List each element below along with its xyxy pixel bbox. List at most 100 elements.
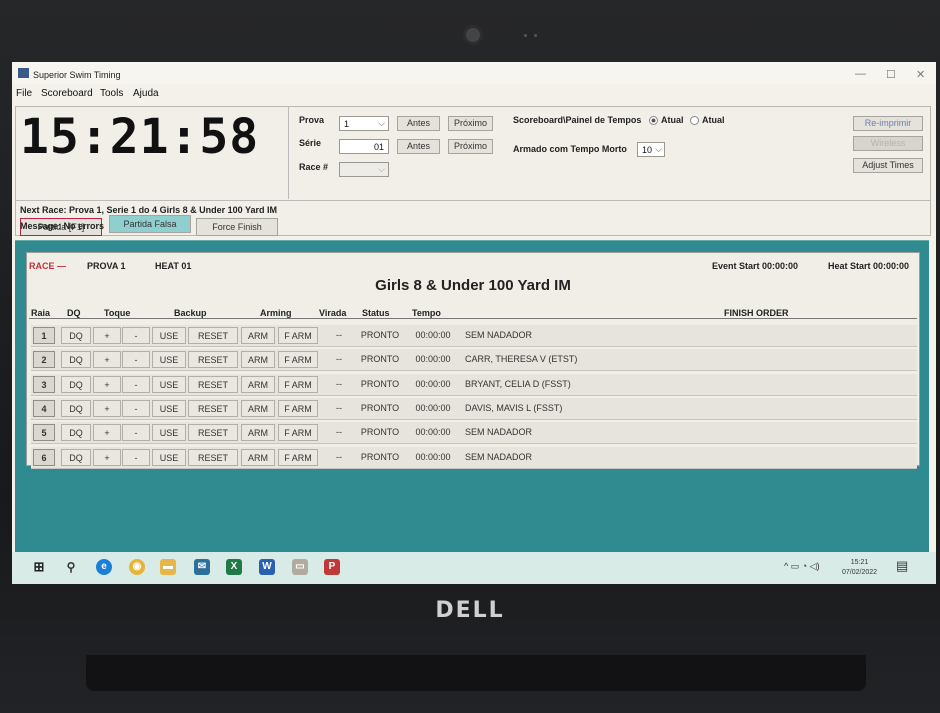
- wireless-button[interactable]: Wireless: [853, 136, 923, 151]
- status-value: PRONTO: [360, 427, 400, 438]
- arm-button[interactable]: ARM: [241, 375, 275, 393]
- reset-button[interactable]: RESET: [188, 351, 238, 369]
- use-button[interactable]: USE: [152, 375, 186, 393]
- arm-button[interactable]: ARM: [241, 448, 275, 466]
- menu-ajuda[interactable]: Ajuda: [133, 88, 159, 99]
- reset-button[interactable]: RESET: [188, 448, 238, 466]
- plus-button[interactable]: +: [93, 375, 121, 393]
- tempo-value: 00:00:00: [415, 402, 451, 413]
- farm-button[interactable]: F ARM: [278, 424, 318, 442]
- use-button[interactable]: USE: [152, 351, 186, 369]
- armado-label: Armado com Tempo Morto: [513, 144, 627, 154]
- arm-button[interactable]: ARM: [241, 399, 275, 417]
- farm-button[interactable]: F ARM: [278, 351, 318, 369]
- lane-row: 5 DQ + - USE RESET ARM F ARM -- PRONTO 00:00:00 SEM…: [31, 422, 917, 445]
- app-icon: [18, 68, 29, 78]
- plus-button[interactable]: +: [93, 327, 121, 344]
- dq-button[interactable]: DQ: [61, 448, 91, 466]
- minus-button[interactable]: -: [122, 375, 150, 393]
- edge-icon[interactable]: e: [96, 559, 112, 575]
- system-tray-icons[interactable]: ^ ▭ ◔ ◁): [784, 561, 820, 572]
- col-backup: Backup: [174, 308, 207, 318]
- reset-button[interactable]: RESET: [188, 424, 238, 442]
- serie-proximo-button[interactable]: Próximo: [448, 139, 493, 154]
- lane-row: 6 DQ + - USE RESET ARM F ARM -- PRONTO 00:00:00 SEM…: [31, 446, 917, 469]
- race-number-select[interactable]: ⌵: [339, 162, 389, 177]
- heat-header-value: 01: [181, 261, 192, 271]
- dq-button[interactable]: DQ: [61, 327, 91, 344]
- tempo-value: 00:00:00: [415, 427, 451, 438]
- mail-icon[interactable]: ✉: [194, 559, 210, 575]
- folder-icon[interactable]: ▬: [160, 559, 176, 575]
- armado-select[interactable]: 10 ⌵: [637, 142, 665, 157]
- arm-button[interactable]: ARM: [241, 424, 275, 442]
- arm-button[interactable]: ARM: [241, 327, 275, 344]
- swimmer-name: DAVIS, MAVIS L (FSST): [465, 402, 563, 413]
- minus-button[interactable]: -: [122, 351, 150, 369]
- plus-button[interactable]: +: [93, 448, 121, 466]
- col-raia: Raia: [31, 308, 51, 318]
- prova-header-value: 1: [120, 261, 126, 271]
- use-button[interactable]: USE: [152, 399, 186, 417]
- dq-button[interactable]: DQ: [61, 375, 91, 393]
- excel-icon[interactable]: X: [226, 559, 242, 575]
- race-label: RACE —: [29, 261, 67, 271]
- notification-icon[interactable]: ▤: [896, 558, 908, 574]
- dq-button[interactable]: DQ: [61, 399, 91, 417]
- reset-button[interactable]: RESET: [188, 375, 238, 393]
- prova-proximo-button[interactable]: Próximo: [448, 116, 493, 131]
- word-icon[interactable]: W: [259, 559, 275, 575]
- reimprimir-button[interactable]: Re-imprimir: [853, 116, 923, 131]
- radio-icon: [690, 116, 699, 126]
- dq-button[interactable]: DQ: [61, 424, 91, 442]
- serie-field[interactable]: 01: [339, 139, 389, 154]
- minus-button[interactable]: -: [122, 327, 150, 344]
- serie-antes-button[interactable]: Antes: [397, 139, 440, 154]
- farm-button[interactable]: F ARM: [278, 375, 318, 393]
- powerpoint-icon[interactable]: P: [324, 559, 340, 575]
- dq-button[interactable]: DQ: [61, 351, 91, 369]
- partida-falsa-button[interactable]: Partida Falsa: [109, 215, 191, 233]
- menu-tools[interactable]: Tools: [100, 88, 123, 99]
- farm-button[interactable]: F ARM: [278, 448, 318, 466]
- maximize-icon[interactable]: ☐: [886, 68, 896, 81]
- use-button[interactable]: USE: [152, 424, 186, 442]
- close-icon[interactable]: ✕: [916, 68, 925, 81]
- search-icon[interactable]: ⚲: [63, 559, 79, 575]
- minus-button[interactable]: -: [122, 448, 150, 466]
- plus-button[interactable]: +: [93, 351, 121, 369]
- virada-value: --: [336, 354, 342, 365]
- app-icon[interactable]: ▭: [292, 559, 308, 575]
- force-finish-button[interactable]: Force Finish: [196, 218, 278, 236]
- arm-button[interactable]: ARM: [241, 351, 275, 369]
- col-virada: Virada: [319, 308, 347, 318]
- radio-atual-2[interactable]: Atual: [690, 115, 725, 126]
- clock-date: 15:21 07/02/2022: [842, 558, 877, 578]
- reset-button[interactable]: RESET: [188, 399, 238, 417]
- chrome-icon[interactable]: ◉: [129, 559, 145, 575]
- minus-button[interactable]: -: [122, 424, 150, 442]
- plus-button[interactable]: +: [93, 424, 121, 442]
- lane-number: 5: [33, 424, 55, 442]
- minus-button[interactable]: -: [122, 399, 150, 417]
- use-button[interactable]: USE: [152, 448, 186, 466]
- col-status: Status: [362, 308, 390, 318]
- farm-button[interactable]: F ARM: [278, 399, 318, 417]
- plus-button[interactable]: +: [93, 399, 121, 417]
- menu-scoreboard[interactable]: Scoreboard: [41, 88, 93, 99]
- use-button[interactable]: USE: [152, 327, 186, 344]
- reset-button[interactable]: RESET: [188, 327, 238, 344]
- lane-number: 3: [33, 375, 55, 393]
- status-value: PRONTO: [360, 402, 400, 413]
- prova-select[interactable]: 1 ⌵: [339, 116, 389, 131]
- prova-antes-button[interactable]: Antes: [397, 116, 440, 131]
- lane-row: 3 DQ + - USE RESET ARM F ARM -- PRONTO 00:00:00 BRY…: [31, 373, 917, 396]
- minimize-icon[interactable]: —: [855, 68, 866, 80]
- menu-file[interactable]: File: [16, 88, 32, 99]
- adjust-times-button[interactable]: Adjust Times: [853, 158, 923, 173]
- divider: [288, 107, 289, 199]
- radio-atual-1[interactable]: Atual: [649, 115, 684, 126]
- farm-button[interactable]: F ARM: [278, 327, 318, 344]
- windows-start-icon[interactable]: ⊞: [31, 559, 47, 575]
- event-title: Girls 8 & Under 100 Yard IM: [375, 277, 571, 294]
